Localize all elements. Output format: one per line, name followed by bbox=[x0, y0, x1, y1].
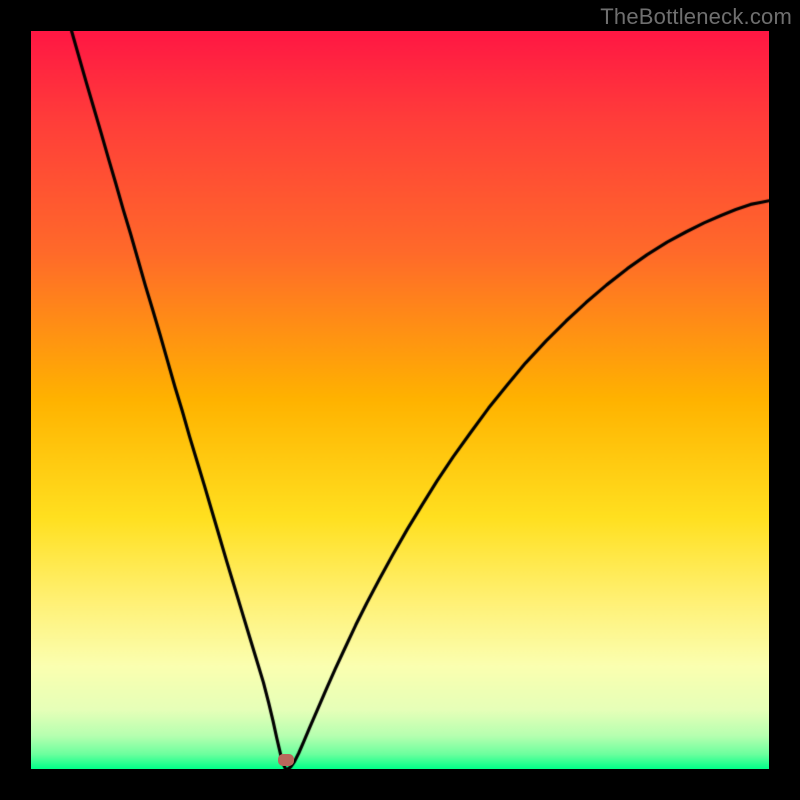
optimum-marker bbox=[278, 754, 294, 766]
chart-frame: TheBottleneck.com bbox=[0, 0, 800, 800]
plot-area bbox=[31, 31, 769, 769]
watermark-text: TheBottleneck.com bbox=[600, 4, 792, 30]
bottleneck-curve bbox=[31, 31, 769, 769]
